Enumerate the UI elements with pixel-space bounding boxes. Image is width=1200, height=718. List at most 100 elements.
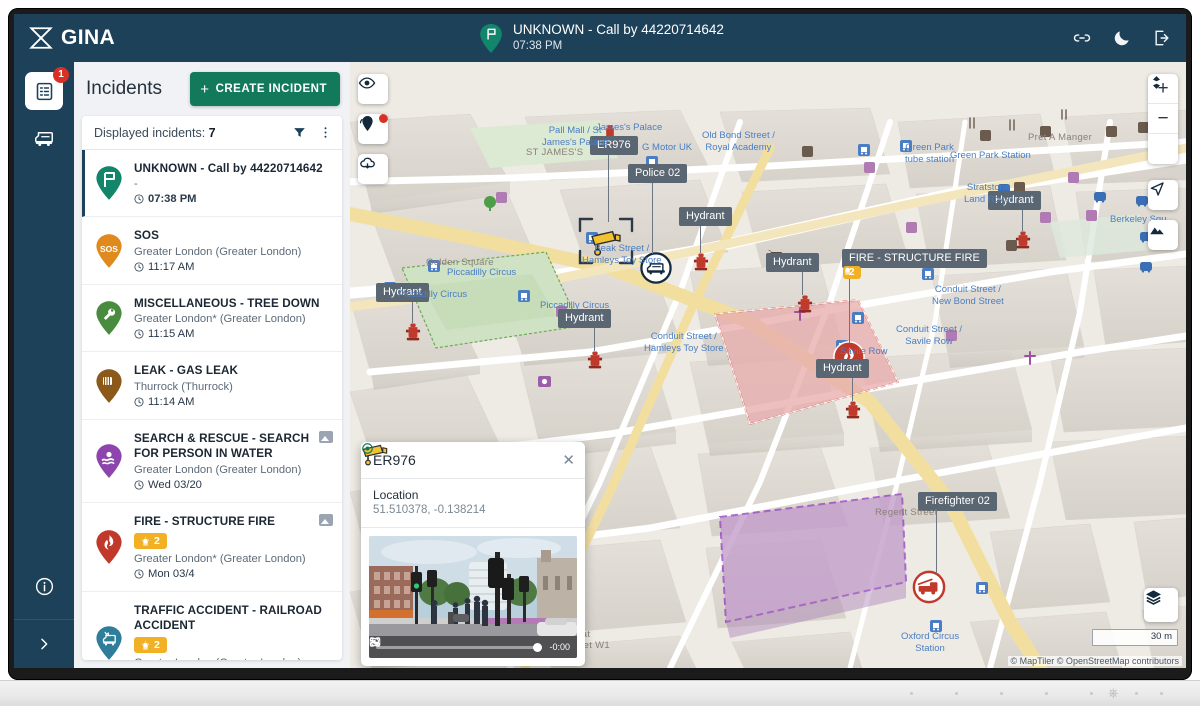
base-vent-dot — [1160, 692, 1163, 695]
terrain-button[interactable] — [1148, 220, 1178, 250]
incident-details: FIRE - STRUCTURE FIRE2Greater London* (G… — [134, 514, 332, 580]
map-left-controls — [358, 74, 388, 104]
create-incident-button[interactable]: + CREATE INCIDENT — [190, 72, 340, 106]
video-time: -0:00 — [549, 642, 570, 652]
map-place-label: Pret A Manger — [1028, 132, 1092, 143]
incident-list-item[interactable]: SEARCH & RESCUE - SEARCH FOR PERSON IN W… — [82, 420, 342, 503]
incident-list-item[interactable]: MISCELLANEOUS - TREE DOWNGreater London*… — [82, 285, 342, 352]
sos-icon: SOS — [94, 233, 124, 269]
clock-icon — [134, 397, 144, 407]
map-road-label: Piccadilly Circus — [398, 289, 467, 301]
left-rail: 1 — [14, 62, 74, 668]
map-label-hydrant[interactable]: Hydrant — [679, 207, 732, 226]
crosshair-target-icon[interactable] — [361, 442, 374, 455]
header-actions — [1072, 14, 1172, 62]
map-fire-unit-badge[interactable]: 2 — [843, 266, 861, 279]
base-vent-dot — [1135, 692, 1138, 695]
incident-photo-indicator[interactable] — [319, 431, 333, 443]
tilt-button[interactable] — [1148, 134, 1178, 164]
moon-icon[interactable] — [1112, 28, 1132, 48]
layers-button[interactable] — [1144, 588, 1178, 622]
incident-timestamp: Wed 03/20 — [134, 479, 332, 491]
base-vent-dot — [955, 692, 958, 695]
map-label-hydrant[interactable]: Hydrant — [816, 359, 869, 378]
video-progress-knob[interactable] — [533, 643, 542, 652]
map-label-hydrant[interactable]: Hydrant — [558, 309, 611, 328]
close-icon[interactable]: ✕ — [562, 453, 575, 468]
car-crash-icon — [94, 625, 124, 660]
map-markers-toggle — [358, 114, 388, 144]
flag-icon — [94, 165, 124, 201]
incident-list-item[interactable]: UNKNOWN - Call by 44220714642-07:38 PM — [82, 150, 342, 217]
map-label-hydrant[interactable]: Hydrant — [766, 253, 819, 272]
create-incident-label: CREATE INCIDENT — [216, 83, 327, 95]
link-icon[interactable] — [1072, 28, 1092, 48]
header-incident-title: UNKNOWN - Call by 44220714642 — [513, 22, 724, 39]
fullscreen-icon[interactable] — [369, 636, 381, 648]
markers-alert-dot — [379, 114, 388, 123]
logout-icon[interactable] — [1152, 28, 1172, 48]
incident-list-item[interactable]: SOSSOSGreater London (Greater London)11:… — [82, 217, 342, 284]
video-progress-slider[interactable] — [376, 646, 542, 649]
map-road-label: Old Bond Street /Royal Academy — [702, 130, 775, 153]
app-header: GINA UNKNOWN - Call by 44220714642 07:38… — [14, 14, 1186, 62]
incident-list-item[interactable]: FIRE - STRUCTURE FIRE2Greater London* (G… — [82, 503, 342, 592]
camera-popup-title: ER976 — [373, 452, 553, 468]
map-canvas[interactable]: ER976 Police 02 Hydrant Hydrant Hydrant … — [350, 62, 1186, 668]
map-label-police-02[interactable]: Police 02 — [628, 164, 687, 183]
brand-name: GINA — [61, 26, 115, 50]
map-road-label: Conduit Street /Savile Row — [896, 324, 962, 347]
map-attribution: © MapTiler © OpenStreetMap contributors — [1008, 656, 1183, 666]
filter-icon[interactable] — [290, 125, 308, 140]
incident-timestamp: Mon 03/4 — [134, 568, 332, 580]
incident-location: Greater London* (Greater London) — [134, 313, 332, 325]
flag-pin-icon — [478, 23, 504, 53]
incident-photo-indicator[interactable] — [319, 514, 333, 526]
more-vertical-icon[interactable] — [316, 125, 334, 140]
clock-icon — [134, 569, 144, 579]
navigation-arrow-icon — [1148, 180, 1166, 198]
clock-icon — [134, 329, 144, 339]
incident-time-text: Mon 03/4 — [148, 568, 195, 580]
incident-details: LEAK - GAS LEAKThurrock (Thurrock)11:14 … — [134, 363, 332, 407]
base-vent-dot — [910, 692, 913, 695]
incidents-list[interactable]: UNKNOWN - Call by 44220714642-07:38 PM SO… — [82, 150, 342, 660]
incident-details: SEARCH & RESCUE - SEARCH FOR PERSON IN W… — [134, 431, 332, 491]
incidents-list-card: Displayed incidents: 7 — [82, 116, 342, 660]
video-controls-bar: -0:00 — [369, 636, 577, 658]
clock-icon — [134, 262, 144, 272]
expand-chevron-icon[interactable] — [14, 620, 74, 668]
header-incident-time: 07:38 PM — [513, 39, 724, 53]
markers-toggle-button[interactable] — [358, 114, 388, 144]
sidebar-item-incidents[interactable]: 1 — [25, 72, 63, 110]
incidents-panel: Incidents + CREATE INCIDENT Displayed in… — [74, 62, 350, 668]
map-road-label: Conduit Street /Hamleys Toy Store — [644, 331, 724, 354]
layers-stack-icon — [1144, 588, 1163, 607]
map-road-label: G Motor UK — [642, 142, 692, 154]
incident-list-item[interactable]: TRAFFIC ACCIDENT - RAILROAD ACCIDENT2Gre… — [82, 592, 342, 660]
incident-unit-badge[interactable]: 2 — [134, 533, 167, 549]
sidebar-item-vehicles[interactable] — [25, 120, 63, 158]
siren-icon — [141, 641, 150, 650]
callout-leader-line — [700, 221, 701, 253]
incident-unit-badge[interactable]: 2 — [134, 637, 167, 653]
incident-location: Thurrock (Thurrock) — [134, 381, 332, 393]
locate-button[interactable] — [1148, 180, 1178, 210]
eye-visibility-button[interactable] — [358, 74, 388, 104]
incident-title: SOS — [134, 228, 332, 243]
incident-timestamp: 11:17 AM — [134, 261, 332, 273]
gina-logo-icon — [28, 25, 54, 51]
laptop-base-shadow — [0, 706, 1200, 718]
map-road-label: Savile Row — [840, 346, 888, 358]
power-icon[interactable]: ⎈ — [1108, 686, 1118, 700]
zoom-out-button[interactable]: − — [1148, 104, 1178, 134]
info-icon[interactable] — [25, 567, 63, 605]
weather-layer-button[interactable] — [358, 154, 388, 184]
incident-list-item[interactable]: LEAK - GAS LEAKThurrock (Thurrock)11:14 … — [82, 352, 342, 419]
map-road-label: StratstoneLand Rover — [964, 182, 1013, 205]
camera-detail-popup: ER976 ✕ Location 51.510378, -0.138214 — [361, 442, 585, 666]
laptop-base: ⎈ — [0, 680, 1200, 706]
wrench-icon — [94, 300, 124, 336]
camera-video-player[interactable]: -0:00 — [369, 536, 577, 658]
map-label-fire-structure-fire[interactable]: FIRE - STRUCTURE FIRE — [842, 249, 987, 268]
